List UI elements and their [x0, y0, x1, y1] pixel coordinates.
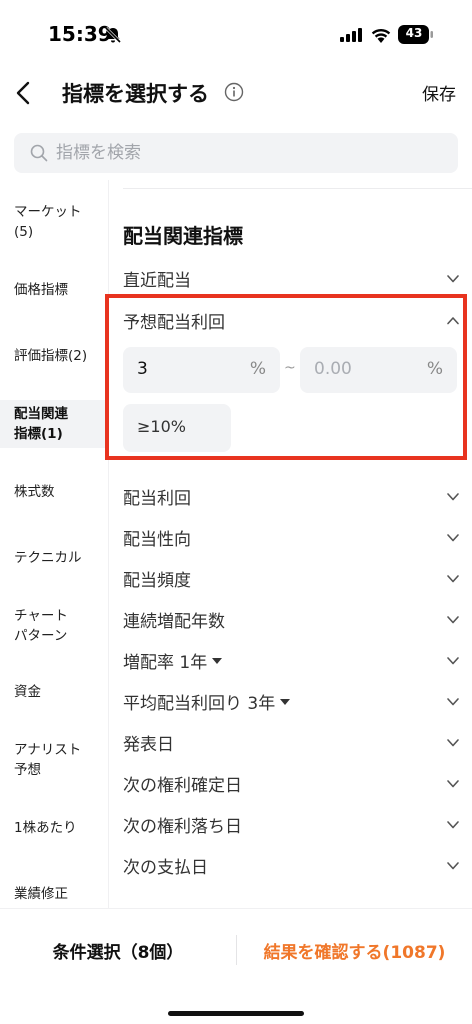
sidebar-item-market[interactable]: マーケット (5): [0, 202, 108, 254]
chevron-up-icon: [447, 317, 459, 325]
range-max-placeholder: 0.00: [314, 359, 352, 379]
search-box[interactable]: [14, 133, 458, 173]
period-dropdown[interactable]: 3年: [247, 694, 275, 714]
chevron-down-icon: [447, 493, 459, 501]
range-unit: %: [426, 359, 443, 379]
info-icon[interactable]: [224, 82, 244, 102]
section-title: 配当関連指標: [123, 224, 243, 248]
row-label: 配当性向: [123, 530, 191, 550]
row-dividend-frequency[interactable]: 配当頻度: [123, 564, 460, 594]
bell-off-icon: [104, 26, 122, 44]
wifi-icon: [371, 28, 391, 43]
sidebar-item-valuation[interactable]: 評価指標(2): [0, 346, 108, 370]
status-time: 15:39: [48, 22, 112, 46]
range-min-value: 3: [137, 359, 148, 379]
range-min-input[interactable]: 3 %: [123, 347, 280, 393]
row-next-payment-date[interactable]: 次の支払日: [123, 851, 460, 881]
row-average-dividend-yield[interactable]: 平均配当利回り 3年: [123, 687, 460, 717]
signal-icon: [340, 28, 362, 42]
bottom-bar: 条件選択（8個） 結果を確認する(1087): [0, 908, 472, 1024]
caret-down-icon: [212, 658, 223, 664]
row-label: 次の権利落ち日: [123, 817, 242, 837]
chevron-down-icon: [447, 780, 459, 788]
sidebar-item-technical[interactable]: テクニカル: [0, 548, 108, 572]
main-panel: 配当関連指標 直近配当 予想配当利回 3 % ~ 0.00 % ≥10% 配当利…: [109, 180, 472, 908]
divider: [123, 188, 472, 189]
search-icon: [30, 144, 48, 162]
row-label: 配当頻度: [123, 571, 191, 591]
row-label: 発表日: [123, 735, 174, 755]
row-next-record-date[interactable]: 次の権利確定日: [123, 769, 460, 799]
chevron-down-icon: [447, 275, 459, 283]
preset-chip[interactable]: ≥10%: [123, 404, 231, 452]
chevron-down-icon: [447, 657, 459, 665]
view-results-button[interactable]: 結果を確認する(1087): [237, 909, 472, 991]
chevron-down-icon: [447, 698, 459, 706]
row-recent-dividend[interactable]: 直近配当: [123, 264, 460, 294]
sidebar-item-analyst[interactable]: アナリスト 予想: [0, 740, 108, 784]
row-consecutive-increase-years[interactable]: 連続増配年数: [123, 605, 460, 635]
range-unit: %: [249, 359, 266, 379]
row-label: 次の権利確定日: [123, 776, 242, 796]
row-dividend-yield[interactable]: 配当利回: [123, 482, 460, 512]
sidebar-item-dividend[interactable]: 配当関連 指標(1): [0, 400, 108, 448]
sidebar-item-price[interactable]: 価格指標: [0, 280, 108, 304]
sidebar-item-funds[interactable]: 資金: [0, 682, 108, 706]
row-announcement-date[interactable]: 発表日: [123, 728, 460, 758]
sidebar-item-shares[interactable]: 株式数: [0, 482, 108, 506]
chevron-down-icon: [447, 862, 459, 870]
range-separator: ~: [284, 360, 296, 376]
chevron-down-icon: [447, 534, 459, 542]
search-input[interactable]: [56, 133, 436, 173]
row-label-text: 平均配当利回り: [123, 694, 242, 714]
period-dropdown[interactable]: 1年: [179, 653, 207, 673]
row-label: 次の支払日: [123, 858, 208, 878]
sidebar: マーケット (5) 価格指標 評価指標(2) 配当関連 指標(1) 株式数 テク…: [0, 188, 108, 908]
sidebar-item-per-share[interactable]: 1株あたり: [0, 818, 108, 842]
row-label: 予想配当利回: [123, 313, 225, 333]
row-label: 平均配当利回り 3年: [123, 689, 291, 714]
battery-level: 43: [405, 26, 423, 40]
row-label: 増配率 1年: [123, 648, 223, 673]
sidebar-item-earnings-revision[interactable]: 業績修正: [0, 884, 108, 908]
row-next-ex-dividend-date[interactable]: 次の権利落ち日: [123, 810, 460, 840]
home-indicator: [168, 1011, 304, 1016]
chevron-down-icon: [447, 616, 459, 624]
range-max-input[interactable]: 0.00 %: [300, 347, 457, 393]
row-forecast-dividend-yield[interactable]: 予想配当利回: [123, 306, 460, 336]
chevron-down-icon: [447, 739, 459, 747]
row-dividend-growth-rate[interactable]: 増配率 1年: [123, 646, 460, 676]
page-title: 指標を選択する: [62, 82, 209, 106]
chevron-down-icon: [447, 821, 459, 829]
row-label: 連続増配年数: [123, 612, 225, 632]
back-arrow-icon[interactable]: [14, 80, 32, 106]
row-label: 配当利回: [123, 489, 191, 509]
caret-down-icon: [280, 699, 291, 705]
row-label-text: 増配率: [123, 653, 174, 673]
chevron-down-icon: [447, 575, 459, 583]
status-bar: 15:39 43: [0, 0, 472, 70]
header: 指標を選択する 保存: [0, 70, 472, 116]
row-label: 直近配当: [123, 271, 191, 291]
save-button[interactable]: 保存: [422, 80, 456, 105]
selected-conditions-button[interactable]: 条件選択（8個）: [0, 909, 236, 991]
row-payout-ratio[interactable]: 配当性向: [123, 523, 460, 553]
sidebar-item-chart-pattern[interactable]: チャート パターン: [0, 606, 108, 650]
